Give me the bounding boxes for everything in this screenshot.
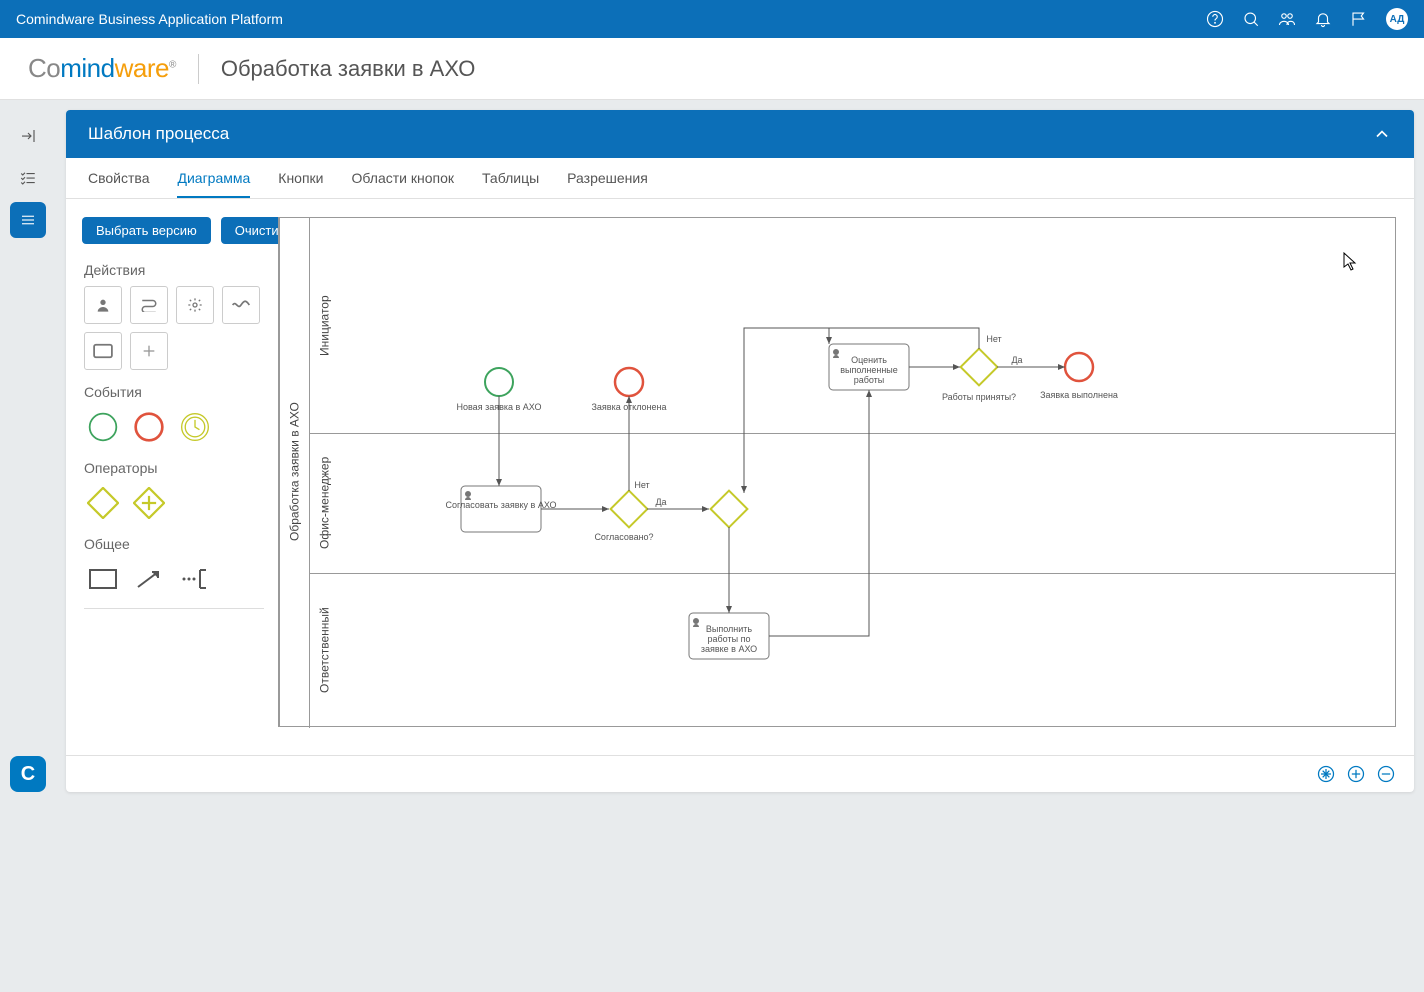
people-icon[interactable]: [1278, 10, 1296, 28]
fit-icon[interactable]: [1316, 764, 1336, 784]
svg-text:заявке в АХО: заявке в АХО: [701, 644, 757, 654]
svg-text:Согласовано?: Согласовано?: [594, 532, 653, 542]
select-version-button[interactable]: Выбрать версию: [82, 217, 211, 244]
tab-tables[interactable]: Таблицы: [482, 158, 539, 198]
zoom-in-icon[interactable]: [1346, 764, 1366, 784]
palette-exclusive-gateway[interactable]: [84, 484, 122, 522]
nav-checklist-icon[interactable]: [10, 160, 46, 196]
tab-button-areas[interactable]: Области кнопок: [352, 158, 455, 198]
lane-initiator: Инициатор: [309, 218, 339, 433]
palette-user-task[interactable]: [84, 286, 122, 324]
lane-office-manager: Офис-менеджер: [309, 433, 339, 573]
panel-title: Шаблон процесса: [88, 124, 229, 144]
svg-text:Заявка выполнена: Заявка выполнена: [1040, 390, 1118, 400]
svg-text:Нет: Нет: [634, 480, 649, 490]
zoom-out-icon[interactable]: [1376, 764, 1396, 784]
nav-expand-icon[interactable]: [10, 118, 46, 154]
palette-add[interactable]: [130, 332, 168, 370]
tab-permissions[interactable]: Разрешения: [567, 158, 648, 198]
svg-text:Выполнить: Выполнить: [706, 624, 753, 634]
tab-properties[interactable]: Свойства: [88, 158, 149, 198]
palette-service-task[interactable]: [176, 286, 214, 324]
palette-timer-event[interactable]: [176, 408, 214, 446]
palette-annotation[interactable]: [176, 560, 214, 598]
platform-title: Comindware Business Application Platform: [16, 11, 283, 27]
svg-text:работы: работы: [854, 375, 885, 385]
tab-diagram[interactable]: Диаграмма: [177, 158, 250, 198]
bell-icon[interactable]: [1314, 10, 1332, 28]
svg-text:Да: Да: [1011, 355, 1022, 365]
palette-arrow[interactable]: [130, 560, 168, 598]
bpmn-diagram: Новая заявка в АХО Заявка отклонена Оцен…: [339, 218, 1129, 728]
page-title: Обработка заявки в АХО: [221, 56, 476, 82]
avatar[interactable]: АД: [1386, 8, 1408, 30]
svg-text:Оценить: Оценить: [851, 355, 887, 365]
svg-text:выполненные: выполненные: [840, 365, 898, 375]
tab-buttons[interactable]: Кнопки: [278, 158, 323, 198]
palette-subprocess[interactable]: [222, 286, 260, 324]
help-icon[interactable]: [1206, 10, 1224, 28]
brand-logo: Comindware®: [28, 53, 176, 84]
pool-label: Обработка заявки в АХО: [279, 218, 309, 726]
search-icon[interactable]: [1242, 10, 1260, 28]
svg-text:Работы приняты?: Работы приняты?: [942, 392, 1016, 402]
svg-text:работы по: работы по: [708, 634, 751, 644]
svg-text:Согласовать заявку в АХО: Согласовать заявку в АХО: [445, 500, 556, 510]
palette-actions-title: Действия: [84, 262, 264, 278]
palette-common-title: Общее: [84, 536, 264, 552]
flag-icon[interactable]: [1350, 10, 1368, 28]
palette-events-title: События: [84, 384, 264, 400]
palette-operators-title: Операторы: [84, 460, 264, 476]
svg-text:Нет: Нет: [986, 334, 1001, 344]
nav-menu-icon[interactable]: [10, 202, 46, 238]
palette-pool[interactable]: [84, 560, 122, 598]
palette-script-task[interactable]: [130, 286, 168, 324]
bpmn-canvas[interactable]: Обработка заявки в АХО Инициатор Офис-ме…: [278, 217, 1396, 727]
palette-task[interactable]: [84, 332, 122, 370]
palette-parallel-gateway[interactable]: [130, 484, 168, 522]
chevron-up-icon[interactable]: [1372, 124, 1392, 144]
app-icon[interactable]: C: [10, 756, 46, 792]
palette-start-event[interactable]: [84, 408, 122, 446]
svg-text:Да: Да: [655, 497, 666, 507]
palette-end-event[interactable]: [130, 408, 168, 446]
lane-responsible: Ответственный: [309, 573, 339, 728]
